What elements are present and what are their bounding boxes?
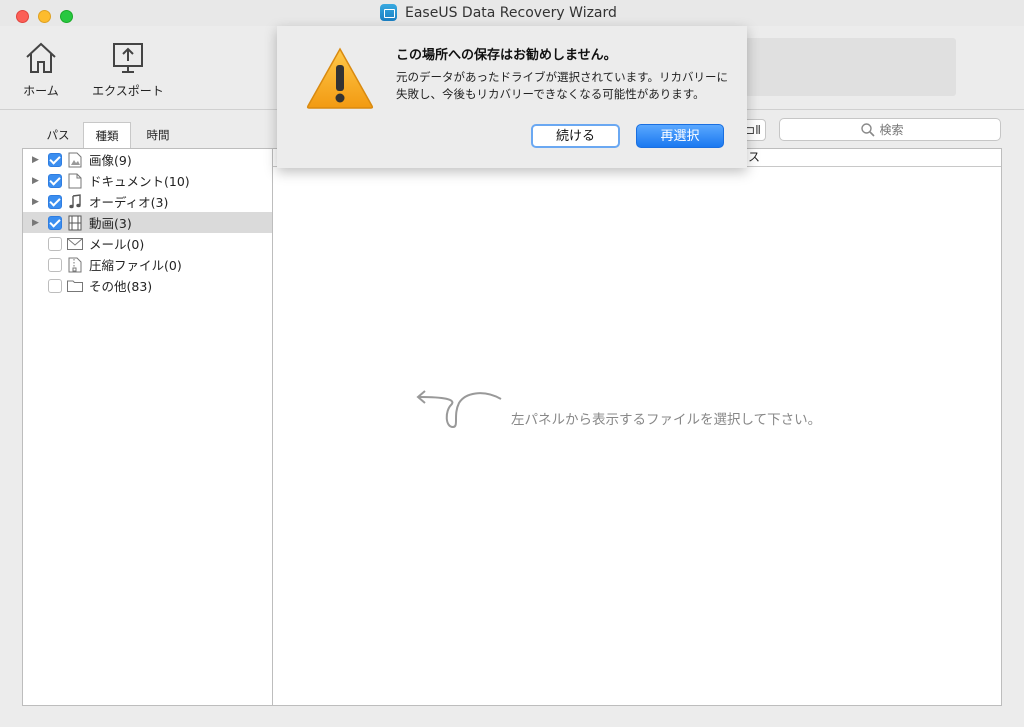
path-display-field: [745, 38, 956, 96]
export-label: エクスポート: [92, 84, 164, 98]
document-icon: [67, 173, 83, 189]
search-box[interactable]: [779, 118, 1001, 141]
tree-row-video[interactable]: ▶ 動画(3): [23, 212, 272, 233]
image-file-icon: [67, 152, 83, 168]
tree-row-other[interactable]: ▶ その他(83): [23, 275, 272, 296]
music-note-icon: [67, 193, 83, 210]
export-button[interactable]: エクスポート: [88, 40, 168, 99]
tree-label: ドキュメント(10): [89, 174, 190, 189]
home-label: ホーム: [23, 84, 59, 98]
empty-hint: 左パネルから表示するファイルを選択して下さい。: [413, 387, 821, 431]
tree-row-audio[interactable]: ▶ オーディオ(3): [23, 191, 272, 212]
file-list-panel: ス 左パネルから表示するファイルを選択して下さい。: [272, 148, 1002, 706]
checkbox-video[interactable]: [48, 215, 62, 230]
home-button[interactable]: ホーム: [20, 40, 62, 99]
minimize-window-button[interactable]: [38, 10, 51, 23]
tree-row-document[interactable]: ▶ ドキュメント(10): [23, 170, 272, 191]
checkbox-document[interactable]: [48, 173, 62, 188]
close-window-button[interactable]: [16, 10, 29, 23]
empty-hint-text: 左パネルから表示するファイルを選択して下さい。: [511, 412, 822, 428]
tree-label: その他(83): [89, 279, 153, 294]
tree-row-mail[interactable]: ▶ メール(0): [23, 233, 272, 254]
continue-button[interactable]: 続ける: [531, 124, 620, 148]
app-logo-icon: [380, 4, 397, 21]
window-title-area: EaseUS Data Recovery Wizard: [380, 4, 617, 21]
tab-path[interactable]: パス: [40, 122, 76, 148]
column-header-label: ス: [748, 150, 761, 164]
curved-arrow-icon: [416, 390, 502, 429]
tree-label: オーディオ(3): [89, 195, 169, 210]
checkbox-archive[interactable]: [48, 257, 62, 272]
search-input[interactable]: [879, 122, 920, 137]
disclosure-triangle-icon[interactable]: ▶: [32, 197, 44, 207]
reselect-button[interactable]: 再選択: [636, 124, 724, 148]
tab-time[interactable]: 時間: [140, 122, 176, 148]
alert-message: 元のデータがあったドライブが選択されています。リカバリーに失敗し、今後もリカバリ…: [396, 70, 729, 101]
home-icon: [26, 42, 56, 73]
title-bar: EaseUS Data Recovery Wizard: [0, 0, 1024, 26]
tree-row-archive[interactable]: ▶ 圧縮ファイル(0): [23, 254, 272, 275]
folder-icon: [67, 278, 83, 294]
checkbox-audio[interactable]: [48, 194, 62, 209]
search-icon: [860, 122, 875, 137]
tree-label: 画像(9): [89, 153, 132, 168]
checkbox-mail[interactable]: [48, 236, 62, 251]
disclosure-triangle-icon[interactable]: ▶: [32, 218, 44, 228]
disclosure-triangle-icon[interactable]: ▶: [32, 176, 44, 186]
window-title: EaseUS Data Recovery Wizard: [405, 4, 617, 21]
checkbox-other[interactable]: [48, 278, 62, 293]
tab-type[interactable]: 種類: [83, 122, 131, 148]
zip-file-icon: [67, 257, 83, 273]
tree-label: 圧縮ファイル(0): [89, 258, 182, 273]
warning-icon: [306, 47, 374, 109]
tree-label: 動画(3): [89, 216, 132, 231]
tree-row-image[interactable]: ▶ 画像(9): [23, 149, 272, 170]
file-type-tree: ▶ 画像(9) ▶ ドキュメント(10) ▶ オーディオ(3) ▶ 動画(3) …: [22, 148, 273, 706]
disclosure-triangle-icon[interactable]: ▶: [32, 155, 44, 165]
alert-dialog: この場所への保存はお勧めしません。 元のデータがあったドライブが選択されています…: [277, 26, 747, 168]
maximize-window-button[interactable]: [60, 10, 73, 23]
left-tab-bar: パス 種類 時間: [22, 118, 272, 148]
checkbox-image[interactable]: [48, 152, 62, 167]
film-icon: [67, 215, 83, 231]
export-icon: [113, 43, 143, 73]
alert-title: この場所への保存はお勧めしません。: [396, 48, 617, 63]
tree-label: メール(0): [89, 237, 145, 252]
mail-icon: [67, 236, 83, 252]
